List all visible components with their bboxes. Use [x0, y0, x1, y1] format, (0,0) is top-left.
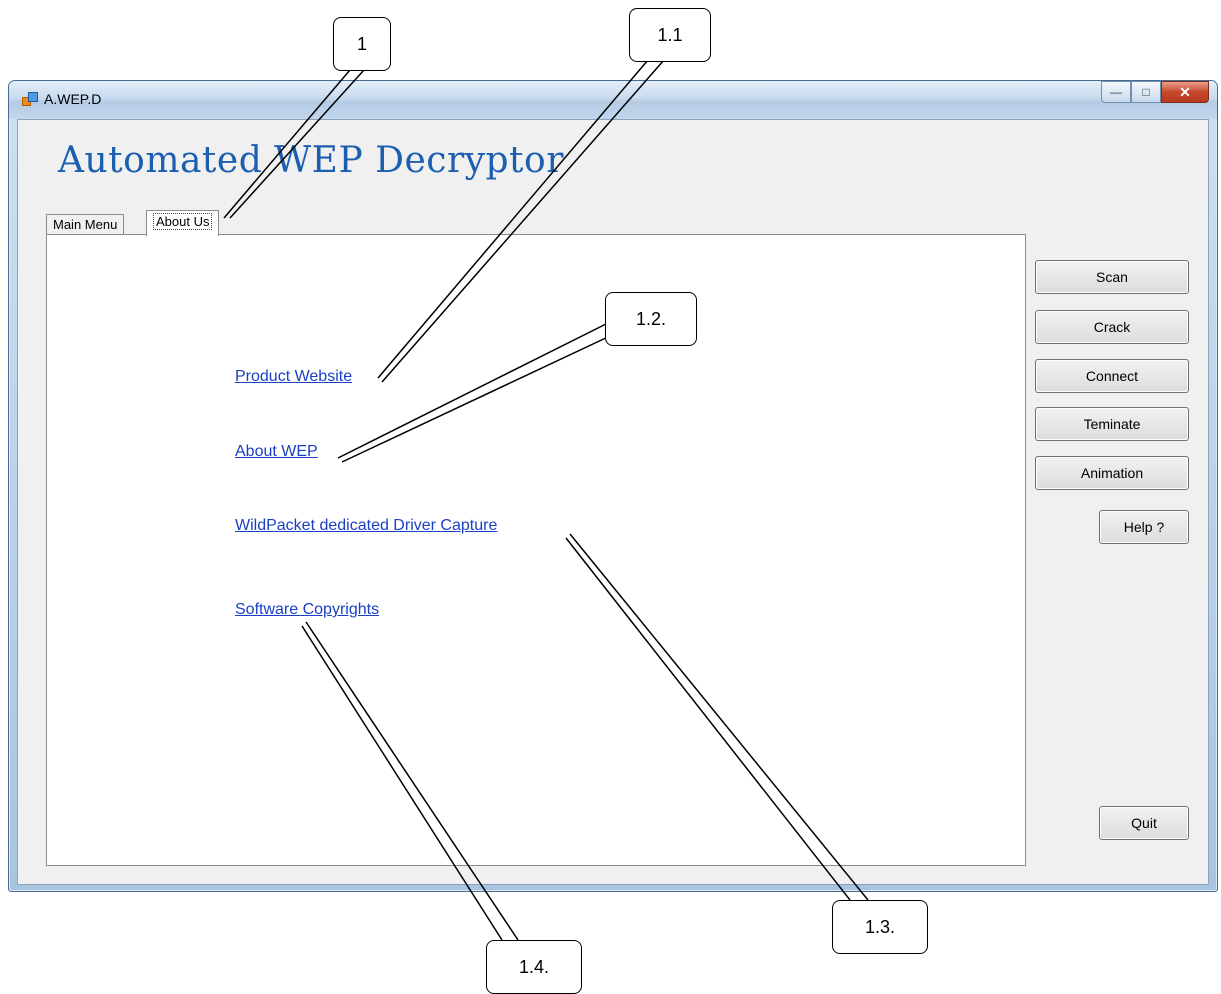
callout-leaders [223, 59, 869, 941]
callout-1-2: 1.2. [605, 292, 697, 346]
callout-1-3: 1.3. [832, 900, 928, 954]
leader-1 [223, 69, 365, 219]
callout-1: 1 [333, 17, 391, 71]
leader-1-3 [565, 533, 869, 901]
callout-1-1: 1.1 [629, 8, 711, 62]
leader-1-2 [337, 323, 611, 463]
callout-1-4: 1.4. [486, 940, 582, 994]
leader-1-4 [301, 621, 519, 941]
